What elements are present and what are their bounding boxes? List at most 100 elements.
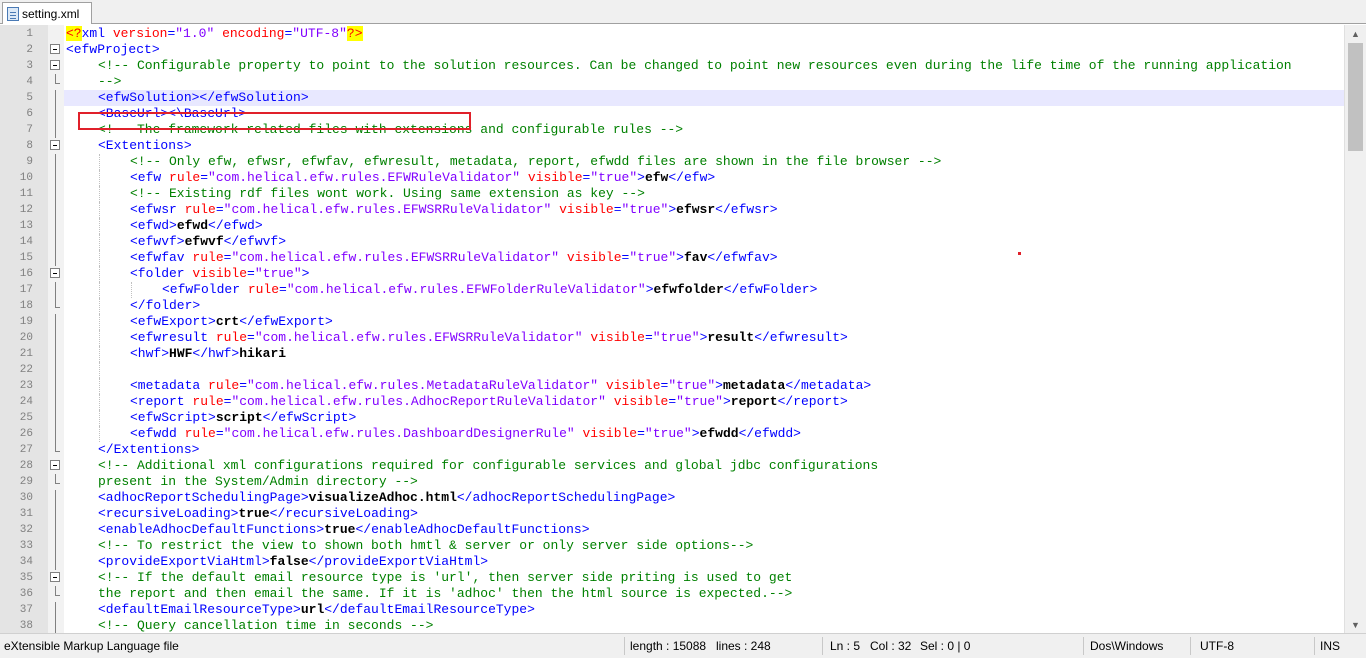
token-tag: = (637, 426, 645, 441)
scroll-up-arrow-icon[interactable]: ▲ (1345, 25, 1366, 42)
token-tag: > (668, 202, 677, 217)
code-line[interactable]: 15 <efwfav rule="com.helical.efw.rules.EF… (0, 250, 1344, 266)
code-line[interactable]: 11 <!-- Existing rdf files wont work. Usi… (0, 186, 1344, 202)
indent-guide (99, 202, 100, 218)
code-line[interactable]: 27 </Extentions> (0, 442, 1344, 458)
status-separator (1190, 637, 1191, 655)
code-line[interactable]: 3 <!-- Configurable property to point to … (0, 58, 1344, 74)
code-line[interactable]: 10 <efw rule="com.helical.efw.rules.EFWRu… (0, 170, 1344, 186)
status-separator (822, 637, 823, 655)
tab-setting-xml[interactable]: setting.xml (2, 2, 92, 24)
token-tag: </hwf> (192, 346, 240, 361)
token-tag: <efwsr (130, 202, 185, 217)
token-val: "true" (590, 170, 638, 185)
fold-line-marker (50, 442, 60, 454)
code-line[interactable]: 17 <efwFolder rule="com.helical.efw.rules… (0, 282, 1344, 298)
token-tag: </enableAdhocDefaultFunctions> (355, 522, 590, 537)
token-tag: </Extentions> (98, 442, 200, 457)
code-line[interactable]: 21 <hwf>HWF</hwf>hikari (0, 346, 1344, 362)
token-com: <!-- Only efw, efwsr, efwfav, efwresult,… (130, 154, 942, 169)
token-tag: = (668, 394, 677, 409)
line-number: 10 (19, 172, 33, 184)
code-line[interactable]: 26 <efwdd rule="com.helical.efw.rules.Das… (0, 426, 1344, 442)
code-text: <adhocReportSchedulingPage>visualizeAdho… (64, 490, 1344, 506)
code-line[interactable]: 23 <metadata rule="com.helical.efw.rules.… (0, 378, 1344, 394)
code-line[interactable]: 9 <!-- Only efw, efwsr, efwfav, efwresult… (0, 154, 1344, 170)
token-txt: report (730, 394, 778, 409)
code-line[interactable]: 12 <efwsr rule="com.helical.efw.rules.EFW… (0, 202, 1344, 218)
token-com: the report and then email the same. If i… (98, 586, 793, 601)
code-line[interactable]: 38 <!-- Query cancellation time in second… (0, 618, 1344, 633)
code-line[interactable]: 1 <?xml version="1.0" encoding="UTF-8"?> (0, 26, 1344, 42)
token-tag: </defaultEmailResourceType> (324, 602, 535, 617)
token-val: "true" (621, 202, 669, 217)
token-tag: = (613, 202, 622, 217)
scrollbar-thumb[interactable] (1348, 43, 1363, 151)
code-line[interactable]: 2 <efwProject> (0, 42, 1344, 58)
code-line[interactable]: 18 </folder> (0, 298, 1344, 314)
token-tag: </efwsr> (715, 202, 778, 217)
vertical-scrollbar[interactable]: ▲ ▼ (1344, 25, 1366, 633)
code-line[interactable]: 31 <recursiveLoading>true</recursiveLoadi… (0, 506, 1344, 522)
token-tag: = (644, 330, 653, 345)
indent-guide (99, 250, 100, 266)
code-line[interactable]: 25 <efwScript>script</efwScript> (0, 410, 1344, 426)
line-number: 5 (26, 92, 33, 104)
code-line[interactable]: 5 <efwSolution></efwSolution> (0, 90, 1344, 106)
code-line[interactable]: 33 <!-- To restrict the view to shown bot… (0, 538, 1344, 554)
line-number: 2 (26, 44, 33, 56)
fold-line-marker (50, 586, 60, 598)
token-tag: </report> (777, 394, 848, 409)
code-line[interactable]: 32 <enableAdhocDefaultFunctions>true</ena… (0, 522, 1344, 538)
line-number: 12 (19, 204, 33, 216)
scroll-down-arrow-icon[interactable]: ▼ (1345, 616, 1366, 633)
code-line[interactable]: 8 <Extentions> (0, 138, 1344, 154)
fold-toggle-icon[interactable] (50, 268, 60, 278)
code-line[interactable]: 16 <folder visible="true"> (0, 266, 1344, 282)
token-attr: visible (613, 394, 669, 409)
fold-line-marker (50, 474, 60, 486)
code-line[interactable]: 20 <efwresult rule="com.helical.efw.rules… (0, 330, 1344, 346)
token-attr: encoding (222, 26, 285, 41)
line-number: 25 (19, 412, 33, 424)
fold-line-marker (50, 28, 60, 38)
token-val: "com.helical.efw.rules.AdhocReportRuleVa… (231, 394, 614, 409)
code-line[interactable]: 29 present in the System/Admin directory … (0, 474, 1344, 490)
token-tag: </efwfav> (707, 250, 778, 265)
code-line[interactable]: 24 <report rule = "com.helical.efw.rules.Ad… (0, 394, 1344, 410)
token-com: --> (98, 74, 122, 89)
fold-toggle-icon[interactable] (50, 44, 60, 54)
token-tag: > (715, 378, 723, 393)
code-line[interactable]: 36 the report and then email the same. If… (0, 586, 1344, 602)
code-line[interactable]: 14 <efwvf>efwvf</efwvf> (0, 234, 1344, 250)
line-number: 18 (19, 300, 33, 312)
code-line[interactable]: 34 <provideExportViaHtml>false</provideEx… (0, 554, 1344, 570)
token-txt: efwsr (676, 202, 716, 217)
code-line[interactable]: 30 <adhocReportSchedulingPage>visualizeAd… (0, 490, 1344, 506)
token-val: "com.helical.efw.rules.EFWSRRuleValidato… (254, 330, 591, 345)
token-pi: <? (66, 26, 82, 41)
code-line[interactable]: 22 (0, 362, 1344, 378)
code-text: <enableAdhocDefaultFunctions>true</enabl… (64, 522, 1344, 538)
indent-guide (131, 282, 132, 298)
code-line[interactable]: 28 <!-- Additional xml configurations req… (0, 458, 1344, 474)
code-text: the report and then email the same. If i… (64, 586, 1344, 602)
code-line[interactable]: 4 --> (0, 74, 1344, 90)
code-text: <!-- Additional xml configurations requi… (64, 458, 1344, 474)
code-text: <!-- To restrict the view to shown both … (64, 538, 1344, 554)
line-number: 33 (19, 540, 33, 552)
fold-toggle-icon[interactable] (50, 60, 60, 70)
line-number: 23 (19, 380, 33, 392)
code-editor[interactable]: 1 <?xml version="1.0" encoding="UTF-8"?> 2… (0, 25, 1366, 633)
indent-guide (99, 330, 100, 346)
code-line[interactable]: 19 <efwExport>crt</efwExport> (0, 314, 1344, 330)
code-line[interactable]: 37 <defaultEmailResourceType>url</default… (0, 602, 1344, 618)
fold-toggle-icon[interactable] (50, 140, 60, 150)
line-number: 24 (19, 396, 33, 408)
fold-toggle-icon[interactable] (50, 572, 60, 582)
token-val: "true" (254, 266, 302, 281)
fold-toggle-icon[interactable] (50, 460, 60, 470)
fold-line-marker (50, 170, 60, 186)
code-line[interactable]: 13 <efwd>efwd</efwd> (0, 218, 1344, 234)
code-line[interactable]: 35 <!-- If the default email resource typ… (0, 570, 1344, 586)
